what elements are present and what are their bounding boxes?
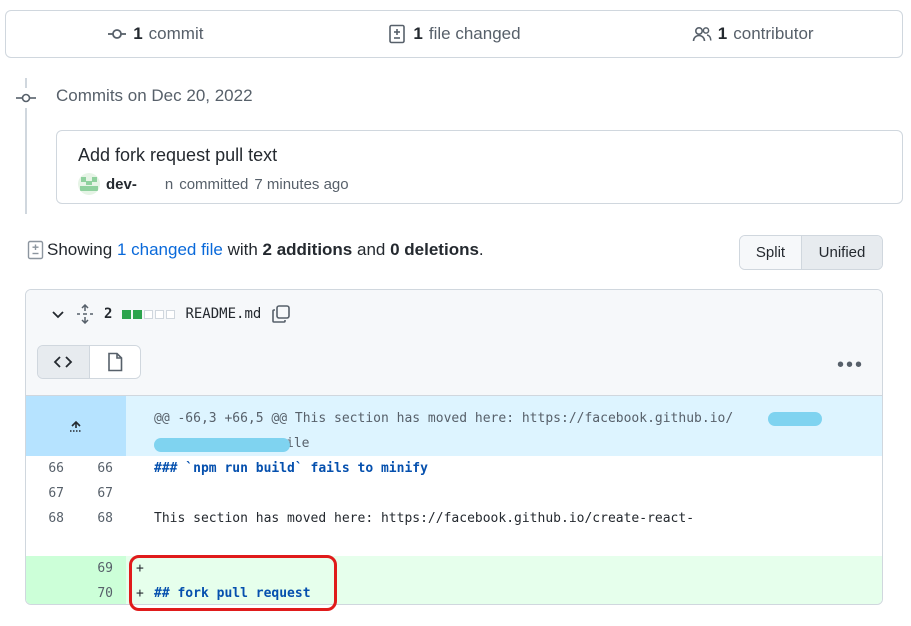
summary-suffix: . (478, 240, 484, 259)
deletions-count: 0 deletions (390, 240, 479, 259)
diff-line: 66 66 ### `npm run build` fails to minif… (26, 456, 882, 481)
old-line-number[interactable]: 67 (34, 486, 64, 501)
line-code-text: ### `npm run build` fails to minify (154, 461, 428, 476)
kebab-icon[interactable]: ••• (837, 354, 864, 377)
diffstat-bar (122, 309, 176, 319)
source-diff-button[interactable] (38, 346, 90, 378)
highlight-annotation (129, 555, 337, 611)
new-line-number[interactable]: 67 (83, 486, 113, 501)
file-header: 2 README.md ••• (26, 290, 882, 396)
contributors-link[interactable]: 1 contributor (603, 24, 902, 44)
commit-icon (108, 29, 127, 39)
summary-bar: 1 commit 1 file changed 1 contributor (5, 10, 903, 58)
file-diff-icon (389, 24, 406, 44)
split-view-button[interactable]: Split (740, 236, 802, 269)
file-icon (107, 352, 123, 372)
files-changed-link[interactable]: 1 file changed (305, 24, 604, 44)
expand-up-icon (70, 420, 82, 432)
file-view-toggle (37, 345, 141, 379)
diff-view-toggle: Split Unified (739, 235, 883, 270)
changed-files-link[interactable]: 1 changed file (117, 240, 223, 260)
new-line-number[interactable]: 66 (83, 461, 113, 476)
commit-meta: dev-n committed 7 minutes ago (78, 173, 349, 195)
diff-line: 68 68 This section has moved here: https… (26, 506, 882, 531)
diffstat-added-block (122, 309, 132, 319)
diff-line: 67 67 (26, 481, 882, 506)
redaction-mark (768, 412, 822, 426)
old-line-number[interactable]: 68 (34, 511, 64, 526)
code-icon (53, 356, 73, 368)
file-change-count: 2 (104, 306, 113, 322)
redaction-mark (154, 438, 290, 452)
expand-up-button[interactable] (26, 396, 126, 456)
and-text: and (357, 240, 386, 259)
file-header-row: 2 README.md (50, 304, 291, 324)
line-code: ### `npm run build` fails to minify (154, 461, 428, 476)
commit-card: Add fork request pull text dev-n committ… (56, 130, 903, 204)
commit-author-link[interactable]: dev-n (106, 176, 173, 193)
line-code: This section has moved here: https://fac… (154, 511, 695, 526)
rich-diff-button[interactable] (89, 346, 140, 378)
author-name-tail: n (164, 175, 174, 193)
additions-count: 2 additions (262, 240, 353, 259)
hunk-header: @@ -66,3 +66,5 @@ This section has moved… (26, 396, 882, 456)
commits-label: commit (148, 24, 204, 43)
file-name-link[interactable]: README.md (185, 306, 261, 322)
commit-action: committed (179, 175, 249, 193)
new-line-number[interactable]: 69 (83, 561, 113, 576)
diffstat-added-block (133, 309, 143, 319)
people-icon (692, 26, 712, 42)
diffstat-neutral-block (155, 309, 165, 319)
file-diff-icon (27, 240, 44, 260)
unified-view-button[interactable]: Unified (802, 236, 882, 269)
diffstat-neutral-block (166, 309, 176, 319)
commits-count-link[interactable]: 1 commit (6, 24, 305, 44)
with-text: with (227, 240, 258, 259)
commit-time: 7 minutes ago (254, 175, 349, 193)
contributors-count: 1 (717, 24, 728, 43)
contributors-label: contributor (733, 24, 814, 43)
commits-count: 1 (133, 24, 143, 43)
diff-summary: Showing 1 changed file with 2 additions … (27, 240, 484, 260)
timeline-commit-icon (15, 88, 37, 108)
diffstat-neutral-block (144, 309, 154, 319)
new-line-number[interactable]: 70 (83, 586, 113, 601)
unfold-icon[interactable] (76, 304, 94, 324)
files-count: 1 (413, 24, 423, 43)
copy-icon[interactable] (271, 304, 291, 324)
new-line-number[interactable]: 68 (83, 511, 113, 526)
chevron-down-icon[interactable] (50, 306, 66, 322)
commit-title-link[interactable]: Add fork request pull text (78, 145, 277, 166)
author-name: dev- (106, 175, 137, 193)
showing-prefix: Showing (47, 240, 113, 259)
files-label: file changed (428, 24, 521, 43)
old-line-number[interactable]: 66 (34, 461, 64, 476)
commits-date-heading: Commits on Dec 20, 2022 (56, 86, 253, 105)
diff-line (26, 531, 882, 556)
hunk-header-line: @@ -66,3 +66,5 @@ This section has moved… (154, 411, 734, 426)
avatar[interactable] (78, 173, 100, 195)
